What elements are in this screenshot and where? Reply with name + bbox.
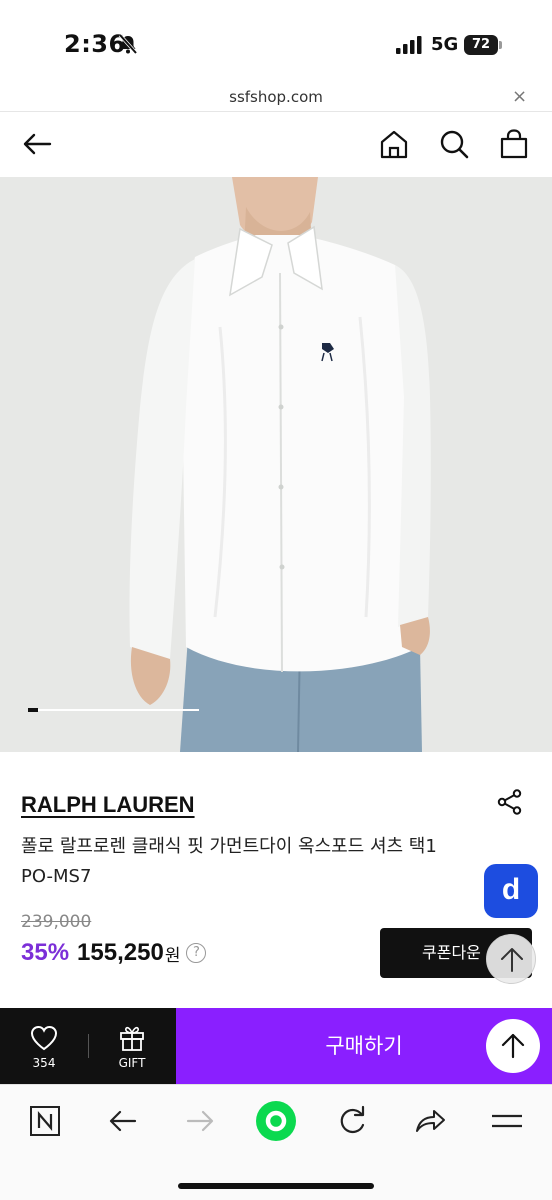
network-type: 5G bbox=[431, 34, 459, 55]
scroll-top-button[interactable] bbox=[486, 934, 536, 984]
site-header bbox=[0, 113, 552, 177]
price-help-icon[interactable]: ? bbox=[186, 943, 207, 963]
brand-name-link[interactable]: RALPH LAUREN bbox=[21, 792, 195, 818]
home-indicator bbox=[178, 1183, 374, 1189]
gift-label: GIFT bbox=[118, 1056, 146, 1070]
arrow-up-icon bbox=[501, 948, 523, 972]
cellular-signal-icon bbox=[396, 36, 422, 54]
battery-level: 72 bbox=[464, 35, 498, 55]
menu-icon[interactable] bbox=[487, 1101, 527, 1141]
status-bar: 2:36 5G 72 bbox=[0, 0, 552, 86]
product-image-gallery[interactable] bbox=[0, 177, 552, 752]
gallery-progress-fill bbox=[28, 708, 39, 712]
green-home-icon[interactable] bbox=[254, 1099, 298, 1143]
currency-unit: 원 bbox=[164, 945, 181, 966]
silent-bell-icon bbox=[118, 33, 138, 55]
heart-icon bbox=[30, 1025, 58, 1051]
battery-icon: 72 bbox=[464, 35, 502, 55]
sale-price: 155,250 bbox=[77, 939, 164, 966]
product-photo-shirt bbox=[0, 177, 552, 752]
home-icon[interactable] bbox=[377, 127, 411, 161]
original-price: 239,000 bbox=[21, 912, 92, 932]
discount-rate: 35% bbox=[21, 939, 70, 966]
close-icon[interactable]: × bbox=[512, 86, 527, 107]
forward-icon[interactable] bbox=[180, 1101, 220, 1141]
shopping-bag-icon[interactable] bbox=[497, 127, 531, 161]
purchase-action-bar: 354 GIFT 구매하기 bbox=[0, 1008, 552, 1084]
browser-url-bar[interactable]: ssfshop.com × bbox=[0, 86, 552, 112]
search-icon[interactable] bbox=[437, 127, 471, 161]
gallery-progress-track bbox=[28, 708, 199, 712]
back-icon[interactable] bbox=[103, 1101, 143, 1141]
like-button[interactable]: 354 bbox=[0, 1008, 88, 1084]
product-name: 폴로 랄프로렌 클래식 핏 가먼트다이 옥스포드 셔츠 택1 PO-MS7 bbox=[21, 836, 437, 887]
like-count: 354 bbox=[32, 1056, 56, 1070]
arrow-up-icon bbox=[501, 1033, 525, 1059]
gift-button[interactable]: GIFT bbox=[88, 1008, 176, 1084]
browser-toolbar bbox=[0, 1084, 552, 1200]
url-text[interactable]: ssfshop.com bbox=[0, 88, 552, 106]
naver-n-icon[interactable] bbox=[25, 1101, 65, 1141]
price-line: 35% 155,250 원 ? bbox=[21, 938, 207, 968]
buy-bar-scroll-top-button[interactable] bbox=[486, 1019, 540, 1073]
share-icon[interactable] bbox=[410, 1101, 450, 1141]
reload-icon[interactable] bbox=[332, 1101, 372, 1141]
gift-icon bbox=[120, 1026, 144, 1051]
share-icon[interactable] bbox=[496, 788, 524, 816]
d-app-badge-button[interactable]: d bbox=[484, 864, 538, 918]
back-arrow-icon[interactable] bbox=[20, 127, 54, 161]
